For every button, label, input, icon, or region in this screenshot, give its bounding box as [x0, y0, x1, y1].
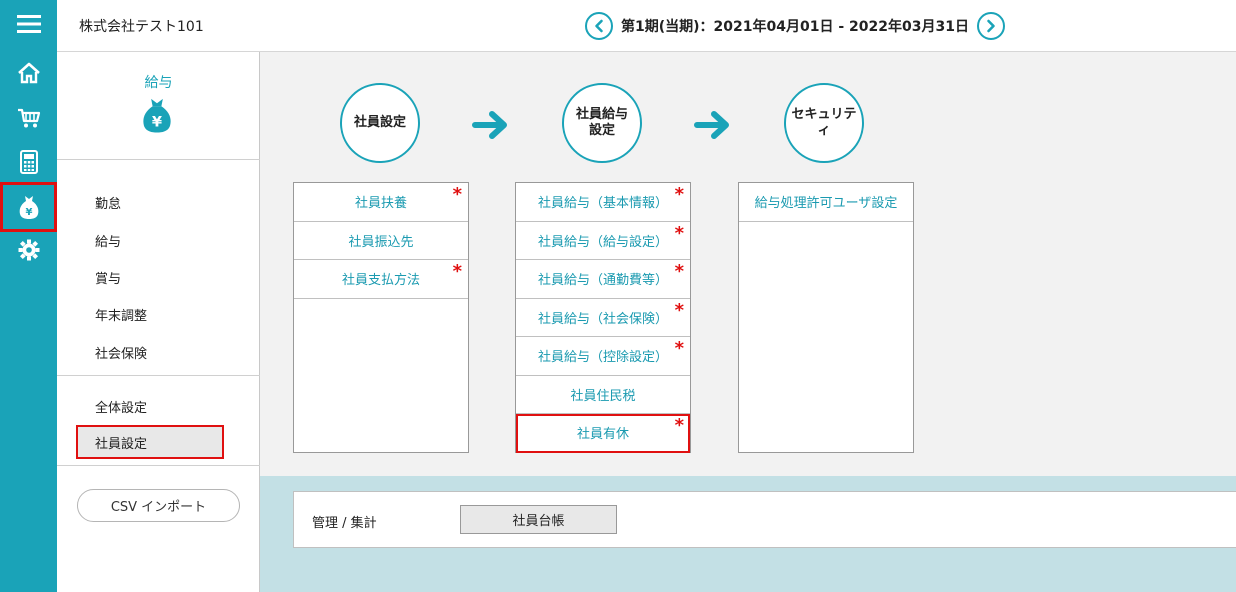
icon-rail: ¥ — [0, 0, 57, 592]
payroll-submenu: 給与 ¥ 勤怠 給与 賞与 年末調整 社会保険 全体設定 社員設定 CSV イン… — [57, 52, 260, 592]
menu-item-attendance[interactable]: 勤怠 — [95, 193, 121, 212]
list-item-label: 社員支払方法 — [341, 273, 420, 289]
menu-item-salary[interactable]: 給与 — [95, 231, 121, 250]
chevron-right-icon — [987, 19, 995, 33]
list-item-label: 社員住民税 — [570, 388, 636, 404]
list-item-payment-method[interactable]: 社員支払方法 * — [294, 260, 468, 299]
list-item-label: 社員給与（基本情報） — [537, 196, 668, 212]
required-mark: * — [674, 184, 684, 205]
menu-item-social-insurance[interactable]: 社会保険 — [95, 343, 147, 362]
chevron-left-icon — [595, 19, 603, 33]
list-item-resident-tax[interactable]: 社員住民税 — [516, 375, 690, 414]
list-item-label: 給与処理許可ユーザ設定 — [754, 196, 898, 212]
required-mark: * — [674, 222, 684, 244]
submenu-title: 給与 — [144, 75, 173, 91]
step-label: セキュリティ — [791, 107, 857, 138]
calculator-icon[interactable] — [0, 142, 57, 182]
list-item-salary-deductions[interactable]: 社員給与（控除設定） * — [516, 337, 690, 376]
divider — [57, 465, 260, 466]
divider — [57, 375, 260, 376]
menu-item-year-end-adjustment[interactable]: 年末調整 — [95, 305, 147, 324]
menu-item-bonus[interactable]: 賞与 — [95, 268, 121, 287]
arrow-right-icon — [694, 110, 732, 144]
required-mark: * — [674, 261, 684, 282]
list-item-label: 社員給与（給与設定） — [537, 234, 668, 250]
home-icon[interactable] — [0, 53, 57, 93]
arrow-right-icon — [472, 110, 510, 144]
list-item-label: 社員有休 — [576, 427, 629, 443]
list-item-paid-leave[interactable]: 社員有休 * — [516, 414, 690, 453]
employee-ledger-button[interactable]: 社員台帳 — [460, 505, 617, 534]
gear-icon[interactable] — [0, 230, 57, 270]
step-employee-salary-settings: 社員給与 設定 — [562, 83, 642, 163]
company-name: 株式会社テスト101 — [79, 19, 204, 35]
step-label: 社員設定 — [353, 115, 406, 130]
employee-settings-list: 社員扶養 * 社員振込先 社員支払方法 * — [293, 182, 469, 453]
prev-period-button[interactable] — [585, 12, 613, 40]
step-label: 社員給与 設定 — [575, 107, 628, 138]
period-label: 第1期(当期)：2021年04月01日 - 2022年03月31日 — [621, 19, 969, 35]
menu-item-employee-settings[interactable]: 社員設定 — [95, 433, 147, 452]
required-mark: * — [674, 299, 684, 321]
list-item-bank-transfer[interactable]: 社員振込先 — [294, 221, 468, 260]
step-employee-settings: 社員設定 — [340, 83, 420, 163]
list-item-label: 社員振込先 — [348, 234, 414, 250]
list-item-label: 社員給与（控除設定） — [537, 350, 668, 366]
required-mark: * — [674, 415, 684, 436]
svg-text:¥: ¥ — [152, 114, 162, 131]
period-selector: 第1期(当期)：2021年04月01日 - 2022年03月31日 — [585, 11, 1005, 41]
required-mark: * — [452, 184, 462, 205]
main-content: 社員設定 社員給与 設定 セキュリティ 社員扶養 * 社員振込先 社員支払方法 * … — [260, 52, 1236, 592]
svg-text:¥: ¥ — [25, 207, 32, 218]
security-list: 給与処理許可ユーザ設定 — [738, 182, 914, 453]
divider — [57, 159, 260, 160]
list-item-salary-basic-info[interactable]: 社員給与（基本情報） * — [516, 183, 690, 222]
money-bag-icon: ¥ — [140, 96, 174, 138]
top-header: 株式会社テスト101 第1期(当期)：2021年04月01日 - 2022年03… — [57, 0, 1236, 52]
summary-label: 管理 / 集計 — [312, 516, 377, 531]
management-summary-panel: 管理 / 集計 社員台帳 — [293, 491, 1236, 548]
csv-import-button[interactable]: CSV インポート — [77, 489, 240, 522]
step-security: セキュリティ — [784, 83, 864, 163]
list-item-payroll-permission-users[interactable]: 給与処理許可ユーザ設定 — [739, 183, 913, 222]
list-item-label: 社員扶養 — [354, 196, 407, 212]
menu-icon[interactable] — [0, 4, 57, 44]
list-item-salary-commute[interactable]: 社員給与（通勤費等） * — [516, 260, 690, 299]
list-item-label: 社員給与（通勤費等） — [537, 273, 668, 289]
required-mark: * — [452, 261, 462, 282]
next-period-button[interactable] — [976, 12, 1005, 40]
employee-salary-settings-list: 社員給与（基本情報） * 社員給与（給与設定） * 社員給与（通勤費等） * 社員給与… — [515, 182, 691, 453]
required-mark: * — [674, 338, 684, 359]
money-bag-icon[interactable]: ¥ — [0, 182, 57, 232]
menu-item-general-settings[interactable]: 全体設定 — [95, 397, 147, 416]
cart-icon[interactable] — [0, 98, 57, 138]
list-item-salary-social-insurance[interactable]: 社員給与（社会保険） * — [516, 298, 690, 337]
list-item-dependents[interactable]: 社員扶養 * — [294, 183, 468, 222]
list-item-salary-settings[interactable]: 社員給与（給与設定） * — [516, 221, 690, 260]
list-item-label: 社員給与（社会保険） — [537, 311, 668, 327]
